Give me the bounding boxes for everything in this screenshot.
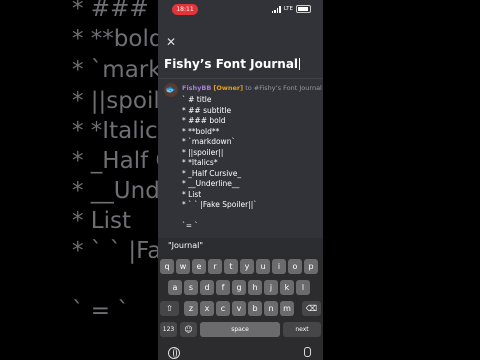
key[interactable]: w — [176, 259, 190, 274]
message-line: `= ` — [182, 221, 199, 230]
network-label: LTE — [283, 6, 293, 12]
status-bar: 18:11 LTE — [158, 0, 323, 20]
key[interactable]: z — [184, 301, 198, 316]
delete-icon[interactable]: ⌫ — [302, 301, 321, 316]
bg-text-line: * List — [72, 208, 132, 234]
key[interactable]: t — [224, 259, 238, 274]
key[interactable]: f — [216, 280, 230, 295]
key[interactable]: h — [248, 280, 262, 295]
text-caret — [299, 58, 301, 70]
author-name: FishyBB — [182, 84, 212, 92]
key-row-4: 123 ☺ space next — [158, 322, 323, 337]
bg-text-line: ` = ` — [72, 298, 129, 324]
battery-icon — [296, 5, 311, 13]
microphone-icon[interactable] — [304, 347, 311, 357]
key[interactable]: j — [264, 280, 278, 295]
key[interactable]: a — [168, 280, 182, 295]
message-line — [182, 211, 322, 222]
key[interactable]: d — [200, 280, 214, 295]
divider — [158, 78, 323, 79]
key[interactable]: x — [200, 301, 214, 316]
globe-icon[interactable] — [168, 347, 180, 359]
message-line: * ||spoiler|| — [182, 147, 224, 157]
key[interactable]: k — [280, 280, 294, 295]
key[interactable]: u — [256, 259, 270, 274]
message-line: * List — [182, 189, 202, 199]
key[interactable]: g — [232, 280, 246, 295]
status-indicators: LTE — [271, 5, 311, 13]
key[interactable]: m — [280, 301, 294, 316]
key-row-1: q w e r t y u i o p — [158, 259, 323, 274]
message-line: * ## subtitle — [182, 105, 232, 115]
message-line: ` # title — [182, 95, 212, 104]
message-line: * **bold** — [182, 126, 220, 136]
autocomplete-suggestion[interactable]: "Journal" — [168, 241, 203, 250]
message-line: * ### bold — [182, 116, 226, 125]
key[interactable]: b — [248, 301, 262, 316]
message-line: * `markdown` — [182, 137, 236, 146]
key[interactable]: s — [184, 280, 198, 295]
message-body[interactable]: ` # title * ## subtitle * ### bold * **b… — [182, 95, 322, 232]
key[interactable]: e — [192, 259, 206, 274]
key[interactable]: p — [304, 259, 318, 274]
key[interactable]: i — [272, 259, 286, 274]
message-line: * __Underline__ — [182, 179, 240, 188]
message-line: * _Half Cursive_ — [182, 168, 242, 178]
signal-icon — [271, 5, 281, 13]
emoji-icon[interactable]: ☺ — [180, 322, 197, 337]
key[interactable]: q — [160, 259, 174, 274]
keyboard-bottom-bar — [158, 345, 323, 360]
key-row-2: a s d f g h j k l — [158, 280, 323, 295]
avatar: 🐟 — [164, 83, 178, 97]
key[interactable]: r — [208, 259, 222, 274]
reply-target: to #Fishy’s Font Journal — [245, 84, 322, 92]
shift-icon[interactable]: ⇧ — [160, 301, 179, 316]
post-title-input[interactable]: Fishy’s Font Journal — [164, 57, 319, 75]
phone-screen: 18:11 LTE ✕ Fishy’s Font Journal 🐟 Fishy… — [158, 0, 323, 360]
message-line: * *Italics* — [182, 158, 218, 167]
close-icon[interactable]: ✕ — [164, 35, 178, 49]
numbers-key[interactable]: 123 — [160, 322, 177, 337]
space-key[interactable]: space — [200, 322, 280, 337]
role-badge: [Owner] — [213, 84, 244, 92]
post-title-text: Fishy’s Font Journal — [164, 57, 299, 71]
key-row-3: ⇧ z x c v b n m ⌫ — [158, 301, 323, 316]
key[interactable]: l — [296, 280, 310, 295]
author-line: FishyBB [Owner] to #Fishy’s Font Journal — [182, 84, 323, 92]
key[interactable]: v — [232, 301, 246, 316]
message-line: * ` ` |Fake Spoiler||` — [182, 200, 258, 209]
key[interactable]: o — [288, 259, 302, 274]
next-key[interactable]: next — [283, 322, 321, 337]
status-time: 18:11 — [172, 4, 198, 15]
key[interactable]: c — [216, 301, 230, 316]
key[interactable]: y — [240, 259, 254, 274]
autocomplete-bar: "Journal" — [158, 238, 323, 256]
key[interactable]: n — [264, 301, 278, 316]
